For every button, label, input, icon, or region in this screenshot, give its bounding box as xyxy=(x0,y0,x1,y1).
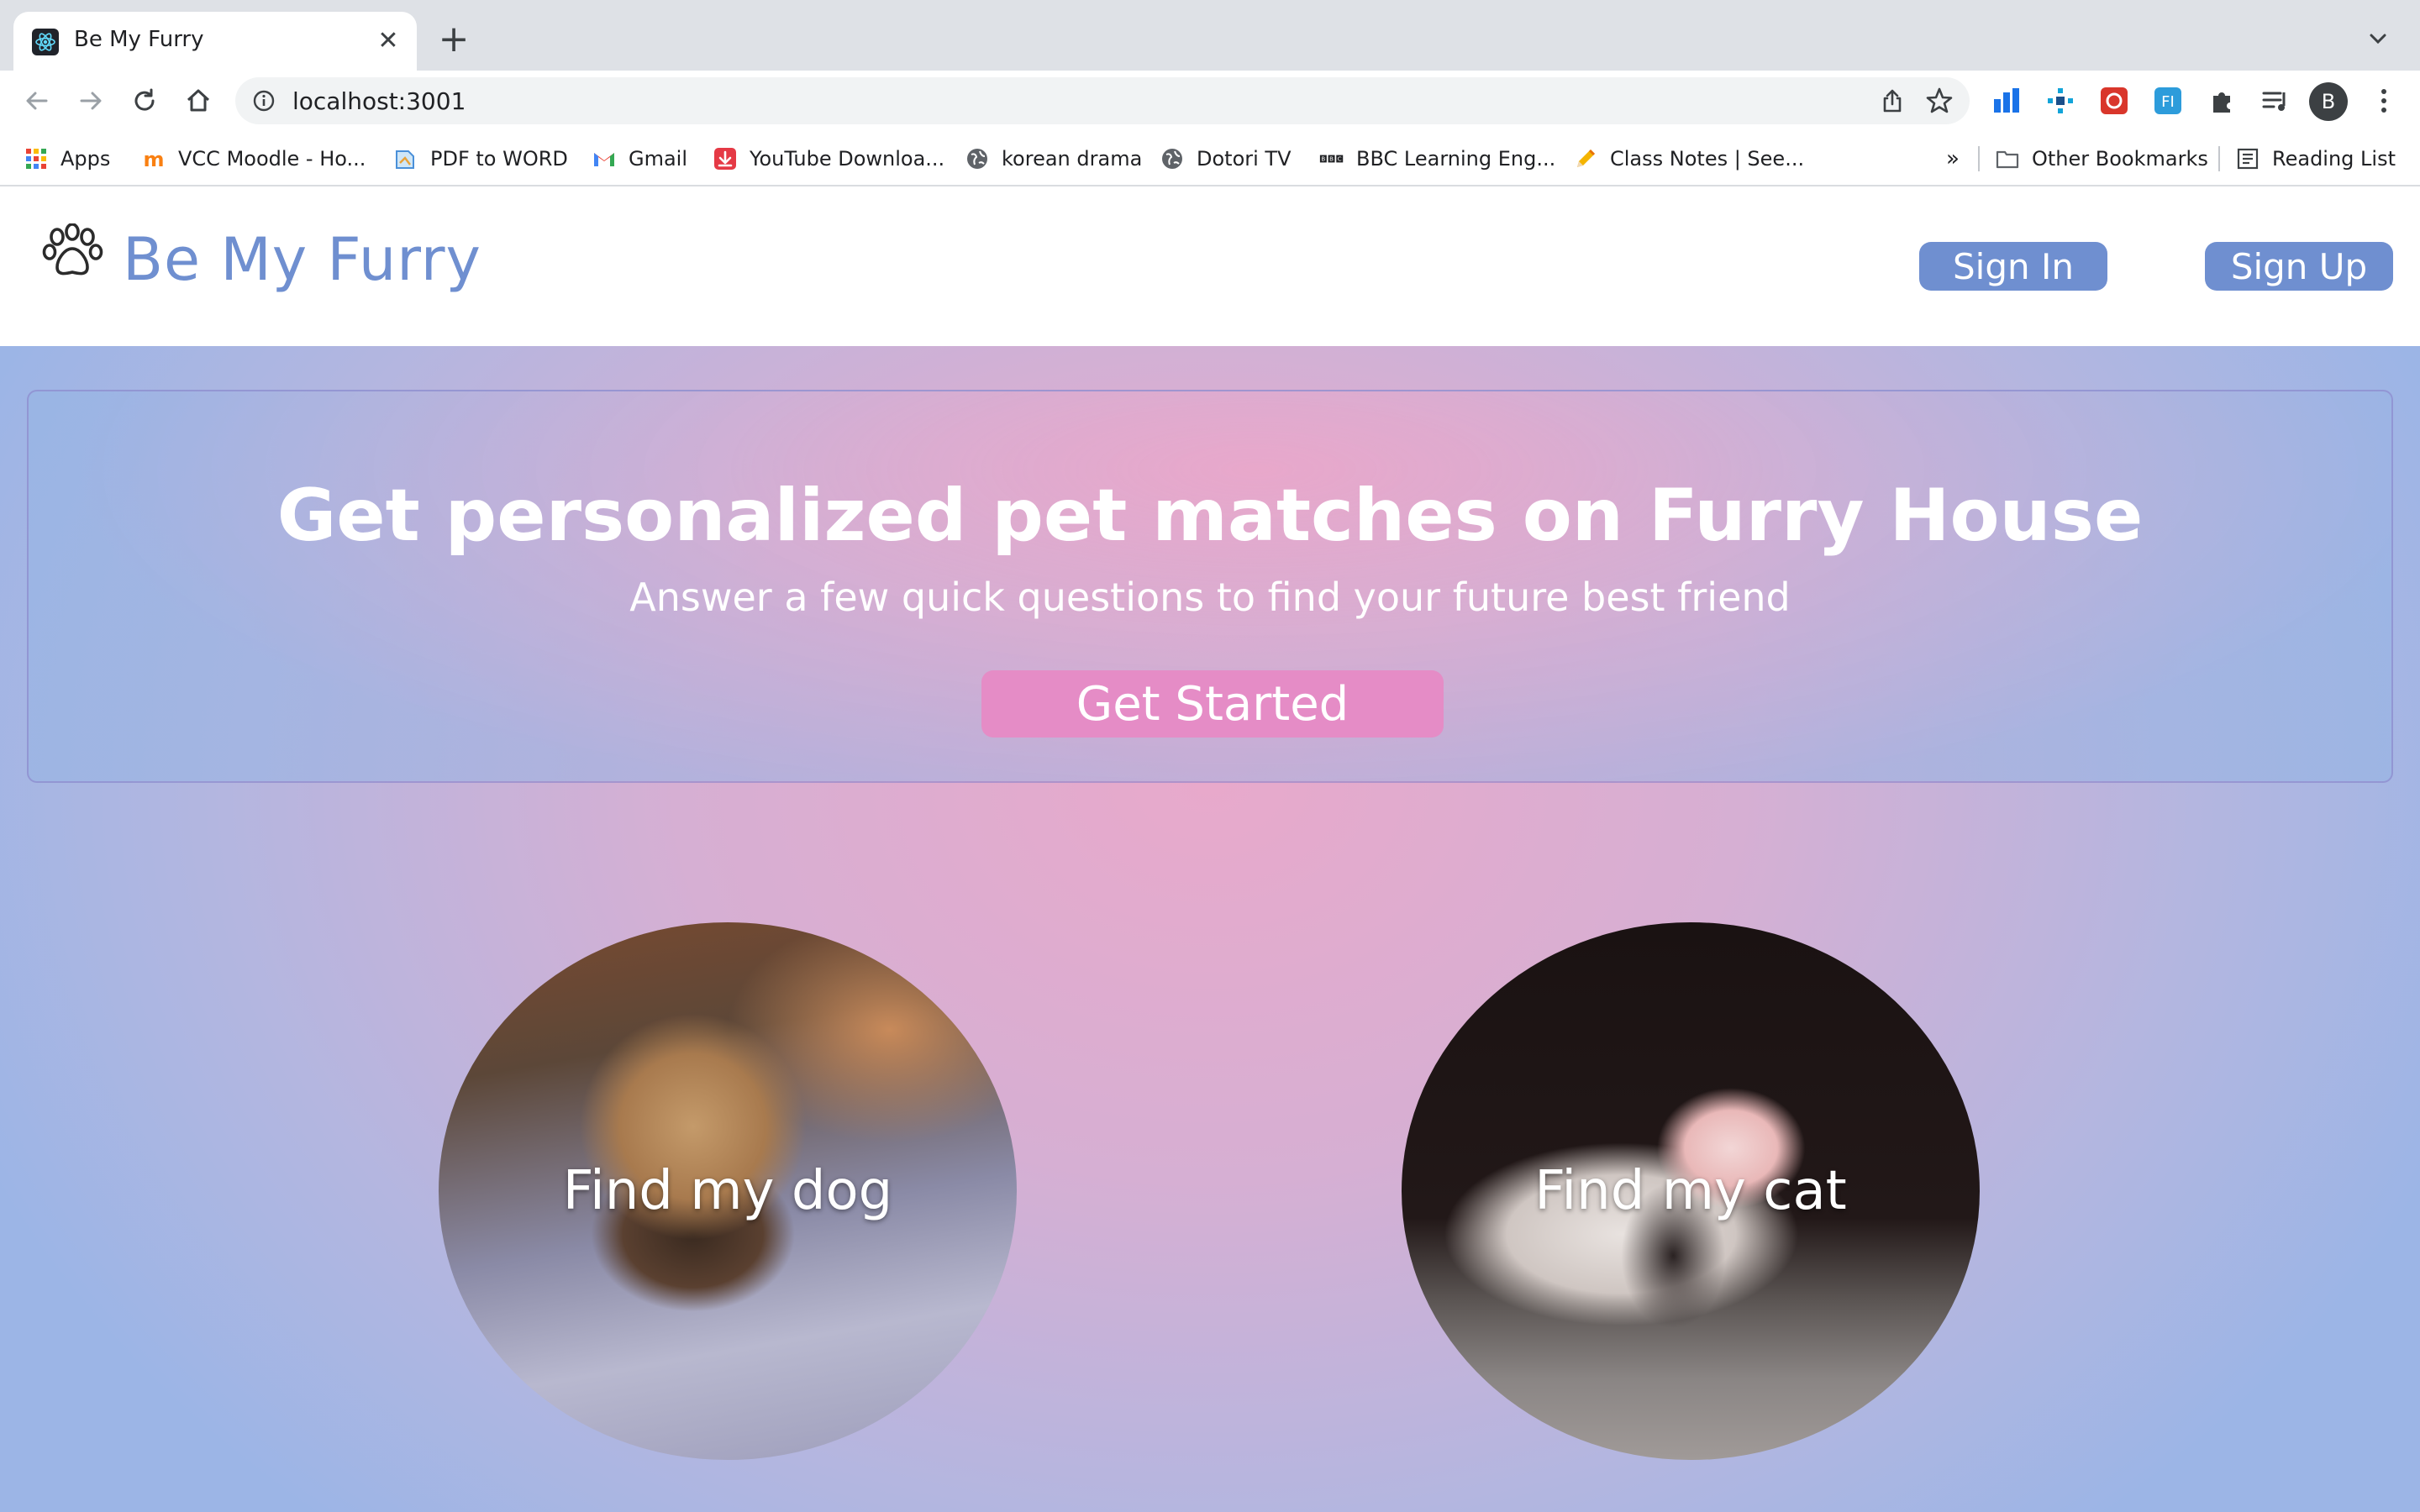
hero-subtitle: Answer a few quick questions to find you… xyxy=(629,575,1791,620)
browser-menu-icon[interactable] xyxy=(2371,82,2396,119)
svg-text:C: C xyxy=(1338,155,1342,163)
bookmark-label: Other Bookmarks xyxy=(2032,147,2208,171)
get-started-button[interactable]: Get Started xyxy=(981,670,1444,738)
find-cat-card[interactable]: Find my cat xyxy=(1402,922,1980,1460)
web-page: Be My Furry Sign In Sign Up Get personal… xyxy=(0,186,2420,1512)
bookmark-youtube-downloader[interactable]: YouTube Downloa... xyxy=(713,143,944,175)
bookmark-label: Class Notes | See... xyxy=(1610,147,1805,171)
globe-icon xyxy=(1160,146,1185,171)
apps-grid-icon xyxy=(24,146,49,171)
bookmark-apps[interactable]: Apps xyxy=(24,143,110,175)
extensions-puzzle-icon[interactable] xyxy=(2205,84,2238,118)
browser-tab[interactable]: Be My Furry ✕ xyxy=(13,12,417,71)
reading-list-icon xyxy=(2235,146,2260,171)
profile-avatar[interactable]: B xyxy=(2309,82,2348,121)
bookmarks-divider xyxy=(2218,146,2220,171)
bookmark-vcc-moodle[interactable]: m VCC Moodle - Ho... xyxy=(141,143,366,175)
tab-strip: Be My Furry ✕ + xyxy=(0,0,2420,71)
reading-list-button[interactable]: Reading List xyxy=(2235,143,2396,175)
sign-up-button[interactable]: Sign Up xyxy=(2205,242,2393,291)
address-bar[interactable]: localhost:3001 xyxy=(235,77,1970,124)
bookmark-dotori-tv[interactable]: Dotori TV xyxy=(1160,143,1292,175)
home-icon[interactable] xyxy=(180,82,217,119)
share-icon[interactable] xyxy=(1879,87,1906,114)
bookmark-label: BBC Learning Eng... xyxy=(1356,147,1556,171)
extension-network-icon[interactable] xyxy=(2044,84,2077,118)
url-text[interactable]: localhost:3001 xyxy=(292,87,466,115)
globe-icon xyxy=(965,146,990,171)
extension-red-square-icon[interactable] xyxy=(2097,84,2131,118)
hero-banner: Get personalized pet matches on Furry Ho… xyxy=(27,390,2393,783)
tab-search-chevron-icon[interactable] xyxy=(2361,22,2395,55)
back-icon[interactable] xyxy=(18,82,55,119)
find-cat-label: Find my cat xyxy=(1534,1160,1847,1222)
pdf-icon xyxy=(393,146,418,171)
gmail-icon xyxy=(592,146,617,171)
tab-title: Be My Furry xyxy=(74,27,204,52)
bbc-icon: BBC xyxy=(1319,146,1344,171)
bookmark-label: PDF to WORD xyxy=(430,147,568,171)
bookmark-label: VCC Moodle - Ho... xyxy=(178,147,366,171)
moodle-icon: m xyxy=(141,146,166,171)
find-dog-card[interactable]: Find my dog xyxy=(439,922,1017,1460)
paw-logo-icon[interactable] xyxy=(42,223,106,287)
folder-icon xyxy=(1995,146,2020,171)
reload-icon[interactable] xyxy=(126,82,163,119)
find-dog-label: Find my dog xyxy=(562,1160,893,1222)
browser-toolbar: localhost:3001 FI B xyxy=(0,71,2420,131)
bookmarks-divider xyxy=(1978,146,1980,171)
bookmark-class-notes[interactable]: Class Notes | See... xyxy=(1573,143,1804,175)
sign-in-button[interactable]: Sign In xyxy=(1919,242,2107,291)
brand-name[interactable]: Be My Furry xyxy=(123,225,481,294)
extension-chart-icon[interactable] xyxy=(1990,84,2023,118)
hero-title: Get personalized pet matches on Furry Ho… xyxy=(276,474,2144,558)
extension-fi-icon[interactable]: FI xyxy=(2151,84,2185,118)
media-playlist-icon[interactable] xyxy=(2259,84,2292,118)
svg-text:B: B xyxy=(1321,155,1325,163)
svg-text:FI: FI xyxy=(2161,93,2175,111)
site-info-icon[interactable] xyxy=(252,89,276,113)
bookmark-star-icon[interactable] xyxy=(1924,86,1954,116)
bookmark-gmail[interactable]: Gmail xyxy=(592,143,687,175)
bookmark-label: korean drama xyxy=(1002,147,1143,171)
react-favicon-icon xyxy=(32,29,59,55)
download-icon xyxy=(713,146,738,171)
pencil-icon xyxy=(1573,146,1598,171)
svg-text:m: m xyxy=(143,148,164,171)
bookmarks-bar: Apps m VCC Moodle - Ho... PDF to WORD Gm… xyxy=(0,131,2420,186)
close-tab-icon[interactable]: ✕ xyxy=(371,24,405,57)
bookmark-label: YouTube Downloa... xyxy=(750,147,945,171)
bookmark-other-bookmarks[interactable]: Other Bookmarks xyxy=(1995,143,2208,175)
site-navbar: Be My Furry Sign In Sign Up xyxy=(0,186,2420,346)
bookmark-label: Apps xyxy=(60,147,111,171)
new-tab-icon[interactable]: + xyxy=(434,18,474,60)
bookmark-label: Gmail xyxy=(629,147,688,171)
bookmark-label: Dotori TV xyxy=(1197,147,1292,171)
bookmark-korean-drama[interactable]: korean drama xyxy=(965,143,1142,175)
bookmark-pdf-to-word[interactable]: PDF to WORD xyxy=(393,143,568,175)
svg-text:B: B xyxy=(1329,155,1334,163)
bookmark-bbc-learning[interactable]: BBC BBC Learning Eng... xyxy=(1319,143,1555,175)
bookmark-label: Reading List xyxy=(2272,147,2396,171)
forward-icon[interactable] xyxy=(72,82,109,119)
bookmarks-overflow-chevron[interactable]: » xyxy=(1946,143,1960,175)
